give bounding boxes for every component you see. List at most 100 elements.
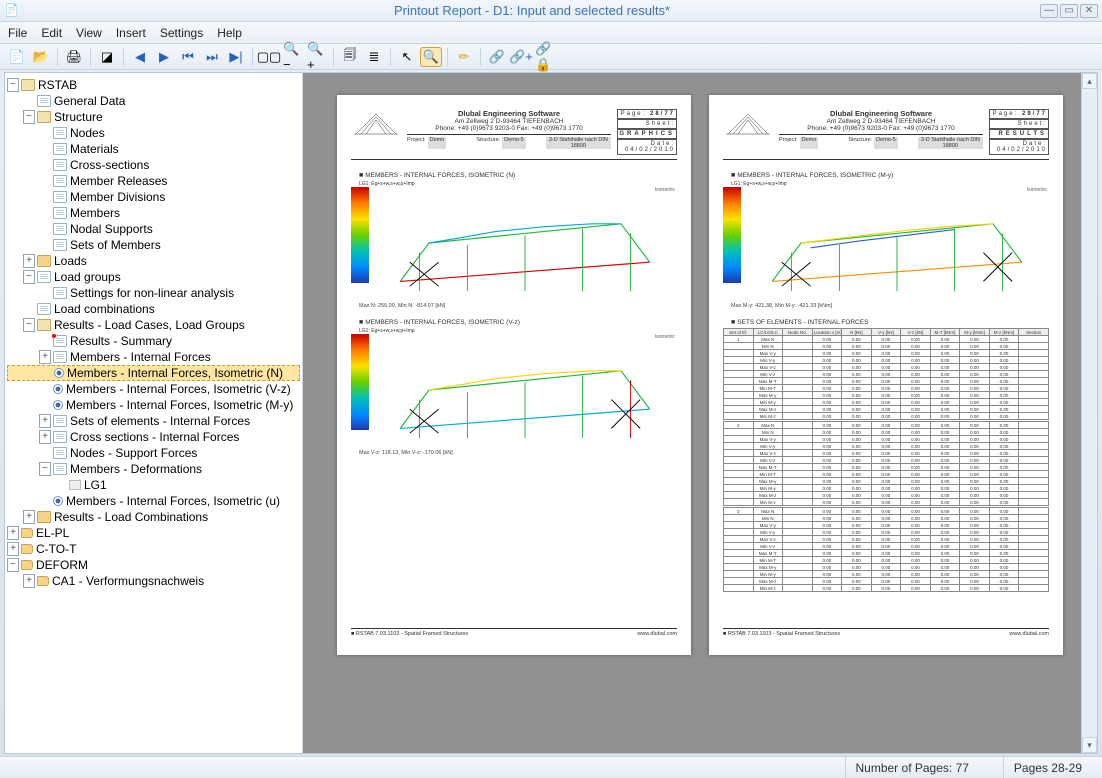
tree-item[interactable]: Members bbox=[7, 205, 300, 221]
tree-item[interactable]: −RSTAB bbox=[7, 77, 300, 93]
link-add-icon[interactable]: 🔗+ bbox=[510, 47, 532, 67]
link-lock-icon[interactable]: 🔗🔒 bbox=[534, 47, 556, 67]
tree-label: Members - Internal Forces, Isometric (N) bbox=[67, 366, 283, 380]
tree-label: Results - Summary bbox=[70, 334, 172, 348]
nav-skip-fwd-icon[interactable]: ⏭ bbox=[201, 47, 223, 67]
nav-first-icon[interactable]: ◀ bbox=[129, 47, 151, 67]
tree-item[interactable]: Sets of Members bbox=[7, 237, 300, 253]
close-button[interactable]: ✕ bbox=[1080, 4, 1098, 18]
tree-toggle-icon[interactable]: + bbox=[39, 430, 51, 444]
tree-item[interactable]: +Loads bbox=[7, 253, 300, 269]
tree-toggle-icon[interactable]: + bbox=[39, 414, 51, 428]
company-phone: Phone: +49 (0)9673 9203-0 Fax: +49 (0)96… bbox=[435, 125, 582, 132]
tree-toggle-icon[interactable]: − bbox=[23, 270, 35, 284]
maximize-button[interactable]: ▭ bbox=[1060, 4, 1078, 18]
tree-item[interactable]: −Structure bbox=[7, 109, 300, 125]
tree-toggle-icon[interactable]: + bbox=[7, 526, 19, 540]
tree-item[interactable]: Members - Internal Forces, Isometric (u) bbox=[7, 493, 300, 509]
color-legend-icon bbox=[351, 334, 369, 430]
tree-toggle-icon[interactable]: − bbox=[7, 558, 19, 572]
tag-icon bbox=[37, 576, 49, 586]
tree-item[interactable]: General Data bbox=[7, 93, 300, 109]
pages-total: 77 bbox=[956, 761, 969, 775]
page-spread-icon[interactable]: ▢▢ bbox=[258, 47, 280, 67]
caption-vz: Max V-z: 118.13, Min V-z: -170.06 [kN] bbox=[359, 450, 677, 456]
tree-item[interactable]: LG1 bbox=[7, 477, 300, 493]
tree-toggle-icon[interactable]: − bbox=[7, 78, 19, 92]
tree-label: Members bbox=[70, 206, 120, 220]
tree-label: LG1 bbox=[84, 478, 107, 492]
tree-item[interactable]: Nodes bbox=[7, 125, 300, 141]
doc-icon bbox=[53, 335, 67, 347]
tree-label: Cross sections - Internal Forces bbox=[70, 430, 239, 444]
tree-item[interactable]: −Members - Deformations bbox=[7, 461, 300, 477]
scrollbar-vertical[interactable]: ▴ ▾ bbox=[1081, 73, 1097, 753]
tree-item[interactable]: Members - Internal Forces, Isometric (V-… bbox=[7, 381, 300, 397]
page-lines-icon[interactable]: ≣ bbox=[363, 47, 385, 67]
link-icon[interactable]: 🔗 bbox=[486, 47, 508, 67]
tree-item[interactable]: Members - Internal Forces, Isometric (M-… bbox=[7, 397, 300, 413]
open-icon[interactable]: 📂 bbox=[30, 47, 52, 67]
tree-item[interactable]: Members - Internal Forces, Isometric (N) bbox=[7, 365, 300, 381]
cursor-icon[interactable]: ↖ bbox=[396, 47, 418, 67]
new-document-icon[interactable]: 📄 bbox=[6, 47, 28, 67]
tree-item[interactable]: Nodal Supports bbox=[7, 221, 300, 237]
tree-item[interactable]: +C-TO-T bbox=[7, 541, 300, 557]
tree-item[interactable]: +Results - Load Combinations bbox=[7, 509, 300, 525]
navigation-tree[interactable]: −RSTABGeneral Data−StructureNodesMateria… bbox=[5, 73, 303, 753]
tree-item[interactable]: −DEFORM bbox=[7, 557, 300, 573]
menu-file[interactable]: File bbox=[8, 26, 27, 40]
section-title-vz: MEMBERS - INTERNAL FORCES, ISOMETRIC (V-… bbox=[359, 319, 677, 326]
tree-item[interactable]: Nodes - Support Forces bbox=[7, 445, 300, 461]
menu-insert[interactable]: Insert bbox=[116, 26, 146, 40]
tree-toggle-icon[interactable]: + bbox=[7, 542, 19, 556]
tag-icon bbox=[21, 544, 33, 554]
tree-label: Materials bbox=[70, 142, 119, 156]
menu-help[interactable]: Help bbox=[217, 26, 242, 40]
tree-toggle-icon[interactable]: + bbox=[23, 574, 35, 588]
page-preview-area[interactable]: Dlubal Engineering Software Am Zellweg 2… bbox=[303, 73, 1097, 753]
print-icon[interactable]: 🖨 bbox=[63, 47, 85, 67]
tree-item[interactable]: Materials bbox=[7, 141, 300, 157]
doc-icon bbox=[53, 207, 67, 219]
minimize-button[interactable]: — bbox=[1040, 4, 1058, 18]
figure-forces-my: Isometric bbox=[745, 187, 1049, 297]
document-stack-icon[interactable]: 🗐 bbox=[339, 47, 361, 67]
tree-item[interactable]: +EL-PL bbox=[7, 525, 300, 541]
tree-item[interactable]: −Load groups bbox=[7, 269, 300, 285]
eye-icon bbox=[53, 384, 63, 394]
tree-item[interactable]: Load combinations bbox=[7, 301, 300, 317]
tree-toggle-icon[interactable]: − bbox=[23, 318, 35, 332]
tree-toggle-icon[interactable]: − bbox=[39, 462, 51, 476]
tree-label: Member Divisions bbox=[70, 190, 165, 204]
menu-edit[interactable]: Edit bbox=[41, 26, 62, 40]
nav-prev-icon[interactable]: ▶ bbox=[153, 47, 175, 67]
zoom-in-icon[interactable]: 🔍+ bbox=[306, 47, 328, 67]
tree-item[interactable]: +CA1 - Verformungsnachweis bbox=[7, 573, 300, 589]
tree-item[interactable]: + Cross sections - Internal Forces bbox=[7, 429, 300, 445]
menu-settings[interactable]: Settings bbox=[160, 26, 203, 40]
nav-skip-back-icon[interactable]: ⏮ bbox=[177, 47, 199, 67]
layout-icon[interactable]: ◪ bbox=[96, 47, 118, 67]
tree-toggle-icon[interactable]: + bbox=[39, 350, 51, 364]
tree-toggle-icon[interactable]: + bbox=[23, 510, 35, 524]
tree-item[interactable]: Settings for non-linear analysis bbox=[7, 285, 300, 301]
find-icon[interactable]: 🔍 bbox=[420, 47, 442, 67]
figure-forces-vz: Isometric bbox=[373, 334, 677, 444]
tree-toggle-icon[interactable]: − bbox=[23, 110, 35, 124]
tree-item[interactable]: +Members - Internal Forces bbox=[7, 349, 300, 365]
tree-item[interactable]: Results - Summary bbox=[7, 333, 300, 349]
tree-item[interactable]: Member Releases bbox=[7, 173, 300, 189]
tree-item[interactable]: +Sets of elements - Internal Forces bbox=[7, 413, 300, 429]
zoom-out-icon[interactable]: 🔍− bbox=[282, 47, 304, 67]
tree-item[interactable]: Member Divisions bbox=[7, 189, 300, 205]
nav-end-icon[interactable]: ▶| bbox=[225, 47, 247, 67]
tree-item[interactable]: Cross-sections bbox=[7, 157, 300, 173]
scroll-down-icon[interactable]: ▾ bbox=[1082, 737, 1097, 753]
tree-toggle-icon[interactable]: + bbox=[23, 254, 35, 268]
tree-item[interactable]: −Results - Load Cases, Load Groups bbox=[7, 317, 300, 333]
scroll-up-icon[interactable]: ▴ bbox=[1082, 73, 1097, 89]
edit-icon[interactable]: ✏ bbox=[453, 47, 475, 67]
menu-view[interactable]: View bbox=[76, 26, 102, 40]
doc-icon bbox=[53, 143, 67, 155]
